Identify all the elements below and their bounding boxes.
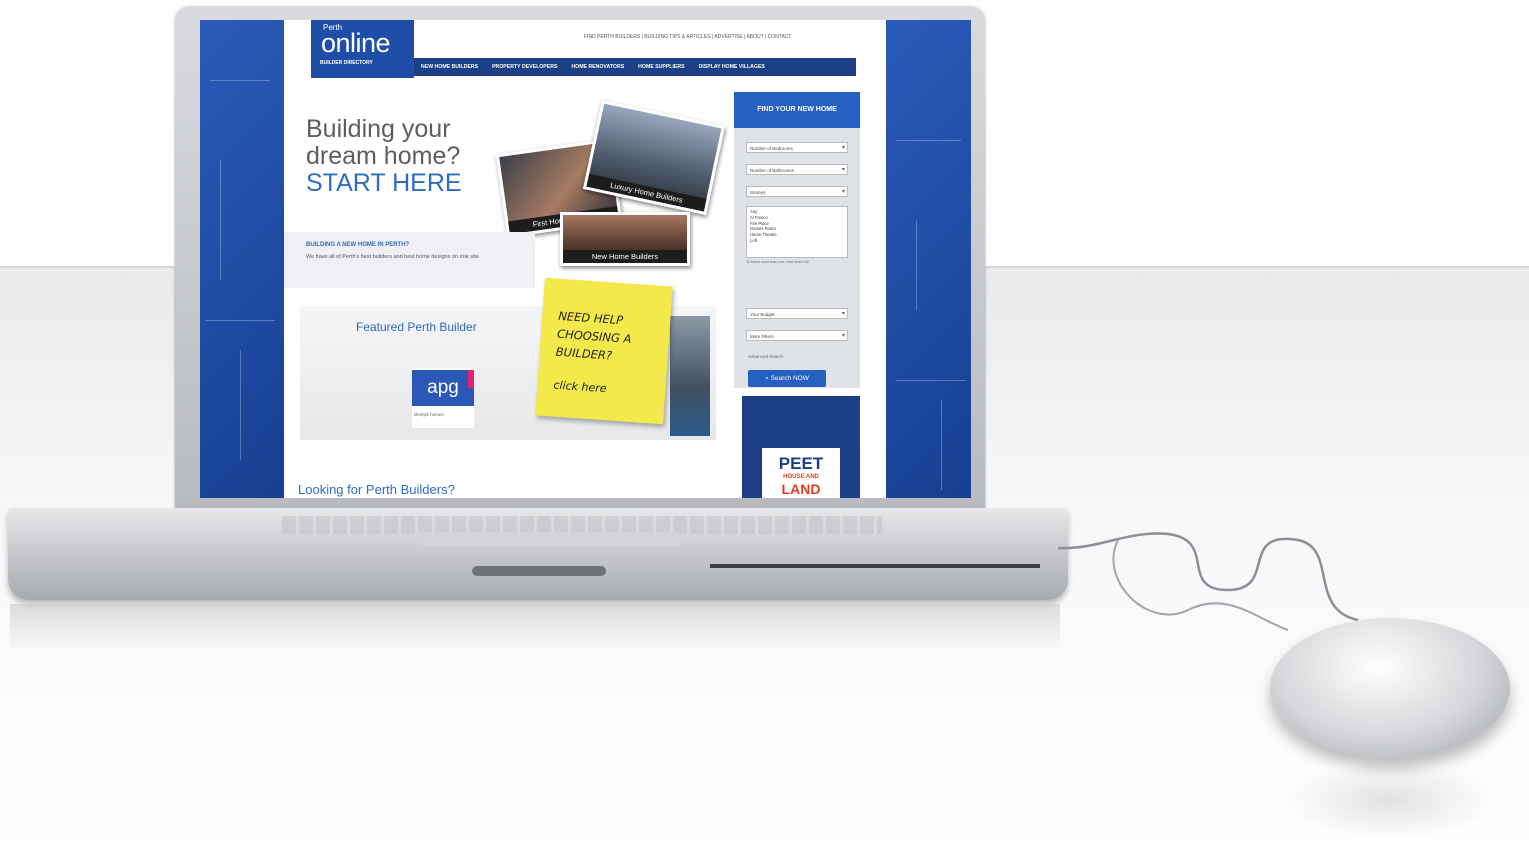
laptop-latch [472, 566, 606, 576]
photo-new-home-builders[interactable]: New Home Builders [560, 212, 690, 266]
find-home-sidebar: FIND YOUR NEW HOME Number of Bedrooms Nu… [734, 92, 860, 388]
trackpad [418, 532, 680, 546]
search-button-label: Search NOW [770, 375, 809, 382]
logo-main-text: online [321, 28, 391, 58]
budget-select[interactable]: Your Budget [746, 308, 848, 320]
section-heading: Looking for Perth Builders? [298, 482, 455, 497]
peet-ad-banner[interactable]: PEET HOUSE AND LAND [742, 396, 860, 498]
blueprint-right-panel [886, 20, 971, 498]
finder-title: FIND YOUR NEW HOME [734, 92, 860, 128]
logo-tagline: BUILDER DIRECTORY [320, 60, 373, 66]
featured-title: Featured Perth Builder [356, 320, 477, 334]
listbox-hint: To select more than one, hold down Ctrl [746, 260, 810, 264]
nav-item-new-home-builders[interactable]: NEW HOME BUILDERS [414, 64, 485, 70]
peet-logo-line-2: HOUSE AND [783, 474, 819, 480]
advanced-search-link[interactable]: Advanced Search [748, 354, 784, 359]
main-nav: NEW HOME BUILDERS PROPERTY DEVELOPERS HO… [414, 58, 856, 76]
apg-logo-text: apg [412, 370, 474, 406]
nav-item-property-developers[interactable]: PROPERTY DEVELOPERS [485, 64, 564, 70]
bathrooms-select[interactable]: Number of Bathrooms [746, 164, 848, 176]
laptop-reflection [10, 604, 1060, 652]
hero-cta-text: START HERE [306, 169, 462, 197]
house-photo-behind-note [670, 316, 710, 436]
blueprint-left-panel [200, 20, 284, 498]
bedrooms-select[interactable]: Number of Bedrooms [746, 142, 848, 154]
help-sticky-note[interactable]: NEED HELP CHOOSING A BUILDER? click here [535, 277, 673, 425]
apg-logo-subtext: lifestyle homes [414, 412, 444, 417]
sticky-note-click-here[interactable]: click here [553, 379, 607, 396]
peet-logo: PEET HOUSE AND LAND [762, 448, 840, 498]
hero-line-2: dream home? [306, 142, 461, 170]
storeys-select[interactable]: Storeys [746, 186, 848, 198]
optical-drive-slot [710, 564, 1040, 568]
laptop-screen: Perth online BUILDER DIRECTORY FIND PERT… [200, 20, 971, 498]
mouse-reflection [1280, 760, 1500, 840]
intro-text: We have all of Perth's best builders and… [306, 254, 479, 260]
features-listbox[interactable]: Any Al Fresco Fire Place Games Room Home… [746, 206, 848, 258]
intro-strip: BUILDING A NEW HOME IN PERTH? We have al… [284, 232, 535, 288]
nav-item-display-home-villages[interactable]: DISPLAY HOME VILLAGES [692, 64, 772, 70]
site-logo[interactable]: Perth online BUILDER DIRECTORY [311, 20, 414, 78]
peet-logo-line-3: LAND [781, 481, 821, 497]
intro-heading: BUILDING A NEW HOME IN PERTH? [306, 242, 410, 248]
computer-mouse [1270, 618, 1510, 758]
website-page: Perth online BUILDER DIRECTORY FIND PERT… [284, 20, 886, 498]
sticky-note-text: NEED HELP CHOOSING A BUILDER? [555, 308, 632, 363]
featured-builder-logo[interactable]: apg lifestyle homes [412, 368, 474, 428]
top-links[interactable]: FIND PERTH BUILDERS | BUILDING TIPS & AR… [584, 34, 791, 40]
apg-logo-accent [468, 370, 474, 388]
hero-heading: Building your dream home? [306, 116, 460, 170]
hero-line-1: Building your [306, 115, 451, 143]
photo-caption: New Home Builders [563, 250, 687, 263]
peet-logo-line-1: PEET [778, 454, 824, 473]
list-item[interactable]: Loft [750, 238, 844, 244]
nav-item-home-suppliers[interactable]: HOME SUPPLIERS [631, 64, 691, 70]
search-now-button[interactable]: ⌕ Search NOW [748, 370, 826, 387]
nav-item-home-renovators[interactable]: HOME RENOVATORS [564, 64, 631, 70]
filters-select[interactable]: More Filters [746, 330, 848, 342]
